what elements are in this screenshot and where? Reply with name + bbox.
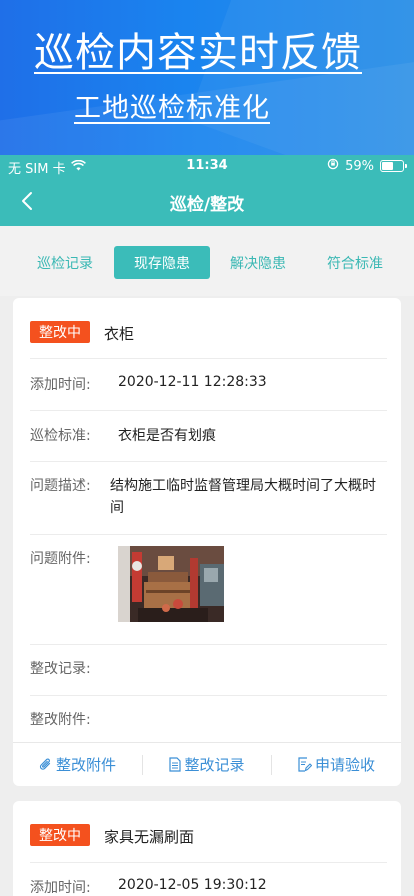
divider [30, 410, 387, 411]
page-title: 巡检/整改 [169, 195, 245, 215]
card-title: 衣柜 [104, 325, 135, 343]
divider [30, 695, 387, 696]
apply-acceptance-button[interactable]: 申请验收 [272, 743, 401, 786]
attachment-thumbnail[interactable] [118, 546, 224, 622]
rectify-attachment-button[interactable]: 整改附件 [13, 743, 142, 786]
divider [30, 534, 387, 535]
nav-bar: 巡检/整改 [0, 177, 414, 226]
divider [30, 358, 387, 359]
battery-icon [380, 160, 407, 172]
status-badge: 整改中 [30, 824, 90, 846]
rectify-record-label: 整改记录: [30, 661, 91, 677]
status-badge: 整改中 [30, 321, 90, 343]
standard-label: 巡检标准: [30, 428, 91, 444]
add-time-value: 2020-12-11 12:28:33 [118, 374, 267, 390]
edit-document-icon [298, 757, 312, 772]
paperclip-icon [39, 758, 51, 770]
rectify-record-button-label: 整改记录 [184, 756, 245, 774]
attachment-label: 问题附件: [30, 551, 91, 567]
divider [30, 862, 387, 863]
tab-resolved-hazards[interactable]: 解决隐患 [218, 246, 298, 279]
orientation-lock-icon [327, 158, 339, 174]
tab-bar: 巡检记录 现存隐患 解决隐患 符合标准 [0, 226, 414, 296]
standard-row: 巡检标准: 衣柜是否有划痕 [30, 425, 387, 445]
battery-percent: 59% [345, 158, 374, 174]
description-row: 问题描述: 结构施工临时监督管理局大概时间了大概时间 [30, 475, 387, 519]
tab-inspection-records[interactable]: 巡检记录 [25, 246, 105, 279]
card-actions: 整改附件 整改记录 申请验收 [13, 742, 401, 785]
tab-meets-standard[interactable]: 符合标准 [315, 246, 395, 279]
divider [30, 461, 387, 462]
divider [30, 644, 387, 645]
rectify-record-button[interactable]: 整改记录 [143, 743, 271, 786]
add-time-value: 2020-12-05 19:30:12 [118, 877, 267, 893]
rectify-record-row: 整改记录: [30, 658, 387, 678]
add-time-row: 添加时间: 2020-12-05 19:30:12 [30, 877, 387, 896]
tab-existing-hazards[interactable]: 现存隐患 [114, 246, 210, 279]
rectify-attachment-label: 整改附件: [30, 712, 91, 728]
rectify-attachment-row: 整改附件: [30, 709, 387, 729]
banner-subtitle: 工地巡检标准化 [74, 93, 270, 124]
apply-acceptance-button-label: 申请验收 [314, 756, 375, 774]
rectify-attachment-button-label: 整改附件 [55, 756, 116, 774]
add-time-row: 添加时间: 2020-12-11 12:28:33 [30, 374, 387, 394]
description-label: 问题描述: [30, 478, 91, 494]
add-time-label: 添加时间: [30, 377, 91, 393]
promo-banner: 巡检内容实时反馈 工地巡检标准化 [0, 0, 414, 155]
status-bar: 无 SIM 卡 11:34 59% [0, 155, 414, 177]
hazard-card[interactable]: 整改中 衣柜 添加时间: 2020-12-11 12:28:33 巡检标准: 衣… [13, 298, 401, 786]
card-title: 家具无漏刷面 [104, 828, 195, 846]
hazard-card[interactable]: 整改中 家具无漏刷面 添加时间: 2020-12-05 19:30:12 [13, 801, 401, 896]
document-icon [169, 757, 182, 772]
description-value: 结构施工临时监督管理局大概时间了大概时间 [110, 478, 376, 516]
banner-title: 巡检内容实时反馈 [34, 30, 362, 76]
standard-value: 衣柜是否有划痕 [118, 428, 216, 444]
attachment-row: 问题附件: [30, 546, 387, 638]
add-time-label: 添加时间: [30, 880, 91, 896]
